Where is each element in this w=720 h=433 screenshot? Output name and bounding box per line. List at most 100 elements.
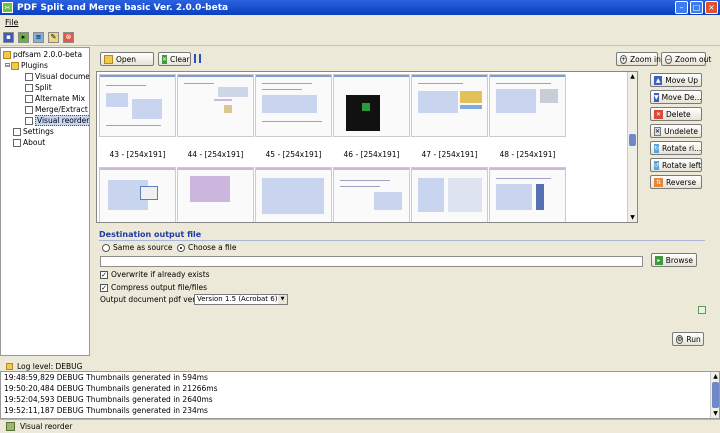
compress-checkbox[interactable]: ✓ Compress output file/files — [100, 283, 207, 292]
log-entry: 19:52:11,187 DEBUG Thumbnails generated … — [4, 406, 208, 415]
checkmark-icon: ✓ — [100, 270, 108, 279]
thumbnail-caption: 44 - [254x191] — [187, 150, 244, 159]
thumbnail-page-45[interactable] — [255, 74, 332, 137]
environment-icon[interactable]: ≡ — [33, 31, 44, 43]
destination-panel: Destination output file Same as source C… — [95, 228, 710, 318]
destination-file-input[interactable] — [100, 256, 643, 267]
reverse-button[interactable]: ⇅ Reverse — [650, 175, 702, 189]
rotate-right-button[interactable]: ↻ Rotate ri... — [650, 141, 702, 155]
scroll-down-icon[interactable]: ▼ — [711, 409, 719, 418]
thumbnail-page-50[interactable] — [177, 167, 254, 222]
checkmark-icon: ✓ — [100, 283, 108, 292]
thumbnail-scrollbar[interactable]: ▲ ▼ — [627, 72, 637, 222]
folder-icon — [3, 50, 11, 59]
status-bar: Visual reorder — [0, 419, 720, 433]
thumbnail-page-52[interactable] — [333, 167, 410, 222]
divider — [99, 240, 705, 241]
tree-item-split[interactable]: Split — [25, 82, 52, 93]
window-title: PDF Split and Merge basic Ver. 2.0.0-bet… — [17, 2, 229, 13]
scroll-up-icon[interactable]: ▲ — [628, 72, 637, 81]
tree-item-visual-reorder[interactable]: Visual reorder — [25, 115, 89, 126]
exit-icon[interactable]: ⊗ — [63, 31, 74, 43]
radio-icon — [177, 243, 185, 252]
move-down-button[interactable]: ▼ Move De... — [650, 90, 702, 104]
folder-icon: ▸ — [655, 255, 663, 265]
log-entry: 19:50:20,484 DEBUG Thumbnails generated … — [4, 384, 218, 393]
rotate-left-button[interactable]: ↺ Rotate left — [650, 158, 702, 172]
undelete-button[interactable]: ✕ Undelete — [650, 124, 702, 138]
log-entry: 19:48:59,829 DEBUG Thumbnails generated … — [4, 373, 208, 382]
thumbnail-page-48[interactable] — [489, 74, 566, 137]
title-bar: ✂ PDF Split and Merge basic Ver. 2.0.0-b… — [0, 0, 720, 15]
zoom-in-icon: + — [620, 54, 628, 64]
tree-item-alternate-mix[interactable]: Alternate Mix — [25, 93, 85, 104]
rotate-left-icon: ↺ — [654, 160, 660, 170]
thumbnail-page-54[interactable] — [489, 167, 566, 222]
tree-plugins[interactable]: ⊟ Plugins — [5, 60, 48, 71]
move-up-button[interactable]: ▲ Move Up — [650, 73, 702, 87]
thumbnail-caption: 45 - [254x191] — [265, 150, 322, 159]
tree-item-merge-extract[interactable]: Merge/Extract — [25, 104, 88, 115]
destination-title: Destination output file — [99, 230, 202, 239]
log-level: Log level: DEBUG — [0, 361, 720, 371]
document-icon — [25, 94, 33, 103]
zoom-in-button[interactable]: + Zoom in — [616, 52, 661, 66]
scroll-down-icon[interactable]: ▼ — [628, 213, 637, 222]
thumbnail-page-44[interactable] — [177, 74, 254, 137]
thumbnail-page-47[interactable] — [411, 74, 488, 137]
thumbnail-caption: 43 - [254x191] — [109, 150, 166, 159]
action-panel: ▲ Move Up ▼ Move De... ✕ Delete ✕ Undele… — [645, 71, 715, 221]
delete-icon: ✕ — [654, 109, 663, 119]
choose-file-radio[interactable]: Choose a file — [177, 243, 236, 252]
thumbnail-grid[interactable]: 43 - [254x191] 44 - [254x191] 45 - [254x… — [96, 71, 638, 223]
thumbnail-page-43[interactable] — [99, 74, 176, 137]
window-controls: – □ × — [675, 1, 718, 14]
browse-button[interactable]: ▸ Browse — [651, 253, 697, 267]
thumbnail-caption: 48 - [254x191] — [499, 150, 556, 159]
arrow-down-icon: ▼ — [654, 92, 659, 102]
tree-item-visual-document[interactable]: Visual documen — [25, 71, 89, 82]
expand-icon[interactable]: ⊟ — [5, 62, 10, 69]
minimize-button[interactable]: – — [675, 1, 688, 14]
thumbnail-caption: 46 - [254x191] — [343, 150, 400, 159]
thumbnail-page-53[interactable] — [411, 167, 488, 222]
document-icon — [25, 116, 33, 125]
pdf-version-select[interactable]: Version 1.5 (Acrobat 6) ▼ — [194, 294, 288, 305]
thumbnail-page-49[interactable] — [99, 167, 176, 222]
save-icon[interactable]: ▪ — [3, 31, 14, 43]
plugin-icon — [6, 422, 15, 431]
clear-button[interactable]: ✕ Clear — [158, 52, 191, 66]
scroll-thumb[interactable] — [712, 382, 719, 408]
undelete-icon: ✕ — [654, 126, 662, 136]
reverse-icon: ⇅ — [654, 177, 663, 187]
edit-pencil-icon[interactable]: ✎ — [48, 31, 59, 43]
folder-icon — [11, 61, 20, 70]
delete-button[interactable]: ✕ Delete — [650, 107, 702, 121]
menu-file[interactable]: File — [5, 18, 18, 27]
rotate-right-icon: ↻ — [654, 143, 660, 153]
thumbnail-page-46[interactable] — [333, 74, 410, 137]
tree-root[interactable]: pdfsam 2.0.0-beta — [3, 49, 82, 60]
same-as-source-radio[interactable]: Same as source — [102, 243, 172, 252]
open-folder-icon[interactable]: ▸ — [18, 31, 29, 43]
log-scrollbar[interactable]: ▲ ▼ — [710, 372, 719, 418]
maximize-button[interactable]: □ — [690, 1, 703, 14]
thumbnail-page-51[interactable] — [255, 167, 332, 222]
close-button[interactable]: × — [705, 1, 718, 14]
tree-item-about[interactable]: About — [13, 137, 45, 148]
pause-icon[interactable] — [194, 54, 201, 63]
status-text: Visual reorder — [20, 422, 73, 431]
open-folder-icon — [104, 54, 113, 64]
zoom-out-button[interactable]: − Zoom out — [661, 52, 711, 66]
scroll-up-icon[interactable]: ▲ — [711, 372, 719, 381]
tree-item-settings[interactable]: Settings — [13, 126, 54, 137]
log-panel[interactable]: 19:48:59,829 DEBUG Thumbnails generated … — [0, 371, 720, 419]
menu-bar: File — [0, 15, 720, 29]
run-button[interactable]: ⚙ Run — [672, 332, 704, 346]
overwrite-checkbox[interactable]: ✓ Overwrite if already exists — [100, 270, 210, 279]
chevron-down-icon[interactable]: ▼ — [278, 295, 287, 304]
document-icon — [13, 127, 21, 136]
open-button[interactable]: Open — [100, 52, 154, 66]
scroll-thumb[interactable] — [629, 134, 636, 146]
document-icon — [25, 83, 33, 92]
